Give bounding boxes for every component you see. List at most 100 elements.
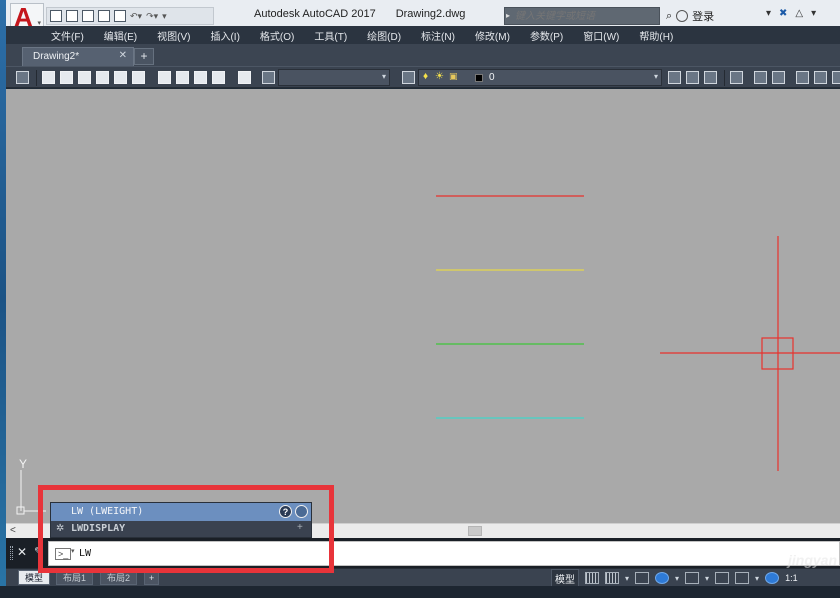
add-layout-button[interactable]: +	[144, 570, 160, 585]
menu-bar: 文件(F) 编辑(E) 视图(V) 插入(I) 格式(O) 工具(T) 绘图(D) 标注(N)…	[6, 26, 840, 44]
drawing-canvas[interactable]	[6, 89, 840, 523]
scroll-left-icon[interactable]: <	[10, 525, 16, 536]
a360-icon[interactable]: △	[795, 8, 803, 19]
document-title: Drawing2.dwg	[395, 8, 466, 20]
open-file-icon[interactable]	[66, 10, 78, 22]
view-right-icon[interactable]	[96, 71, 109, 84]
menu-item-7[interactable]: 标注(N)	[421, 28, 455, 43]
layer-properties-icon[interactable]	[402, 71, 415, 84]
status-bar: 模型 布局1 布局2 + 模型 ▾ ▾ ▾ ▾ 1:1	[6, 568, 840, 588]
snap-icon[interactable]	[605, 572, 619, 584]
app-title: Autodesk AutoCAD 2017	[254, 8, 376, 20]
annotation-scale[interactable]: 1:1	[785, 573, 798, 583]
tab-model[interactable]: 模型	[18, 570, 51, 585]
save-as-icon[interactable]	[98, 10, 110, 22]
camera-icon[interactable]	[238, 71, 251, 84]
window-title: Autodesk AutoCAD 2017 Drawing2.dwg	[254, 8, 465, 20]
view-front-icon[interactable]	[114, 71, 127, 84]
layer-dropdown[interactable]: ♦ ☀ ▣ 0 ▾	[418, 69, 662, 86]
view-left-icon[interactable]	[78, 71, 91, 84]
annotation-visibility-icon[interactable]	[765, 572, 780, 584]
menu-item-3[interactable]: 插入(I)	[210, 28, 239, 43]
menu-item-0[interactable]: 文件(F)	[51, 28, 84, 43]
view-se-iso-icon[interactable]	[176, 71, 189, 84]
signin-area[interactable]: ⌕ 登录	[666, 8, 714, 24]
polar-tracking-icon[interactable]	[655, 572, 670, 584]
close-icon[interactable]: ✕	[119, 50, 127, 61]
menu-item-5[interactable]: 工具(T)	[314, 28, 347, 43]
scrollbar-thumb[interactable]	[468, 526, 482, 536]
tab-layout1[interactable]: 布局1	[56, 570, 94, 585]
model-space-button[interactable]: 模型	[551, 568, 579, 588]
customize-qat-icon[interactable]: ▾	[162, 11, 167, 22]
autocomplete-item-lwdisplay[interactable]: ✲ LWDISPLAY +	[51, 521, 311, 538]
chevron-down-icon: ▾	[381, 72, 386, 81]
make-current-layer-icon[interactable]	[668, 71, 681, 84]
zoom-previous-icon[interactable]	[772, 71, 785, 84]
help-search-box[interactable]: ▸	[504, 7, 660, 25]
menu-item-11[interactable]: 帮助(H)	[639, 28, 673, 43]
view-back-icon[interactable]	[132, 71, 145, 84]
menu-item-10[interactable]: 窗口(W)	[583, 28, 619, 43]
tab-layout2[interactable]: 布局2	[100, 570, 138, 585]
named-views-icon[interactable]	[262, 71, 275, 84]
redo-icon[interactable]: ↷▾	[146, 11, 158, 22]
undo-icon[interactable]: ↶▾	[130, 11, 142, 22]
layer-states-icon[interactable]	[704, 71, 717, 84]
binoculars-icon[interactable]: ⌕	[666, 10, 672, 23]
expand-icon[interactable]: +	[297, 522, 303, 533]
isodraft-icon[interactable]	[685, 572, 700, 584]
help-icon[interactable]: ?	[279, 505, 292, 518]
chevron-down-icon[interactable]: ▾	[755, 574, 759, 583]
customize-icon[interactable]: ✎	[34, 545, 43, 558]
dimension-linear-icon[interactable]	[730, 71, 743, 84]
signin-label[interactable]: 登录	[692, 8, 714, 24]
zoom-all-icon[interactable]	[832, 71, 840, 84]
chevron-down-icon[interactable]: ▾	[675, 574, 679, 583]
layer-previous-icon[interactable]	[686, 71, 699, 84]
menu-item-2[interactable]: 视图(V)	[157, 28, 190, 43]
menu-item-1[interactable]: 编辑(E)	[104, 28, 137, 43]
recent-commands-icon[interactable]: ▾	[71, 547, 75, 555]
search-expand-icon[interactable]: ▸	[506, 11, 510, 20]
new-tab-button[interactable]: +	[134, 48, 154, 65]
lightbulb-icon: ♦	[423, 71, 429, 82]
workspace-icon[interactable]	[16, 71, 29, 84]
help-search-input[interactable]	[515, 9, 657, 23]
zoom-extents-icon[interactable]	[814, 71, 827, 84]
chevron-down-icon[interactable]: ▾	[705, 574, 709, 583]
menu-item-6[interactable]: 绘图(D)	[367, 28, 401, 43]
tab-drawing2[interactable]: Drawing2* ✕	[22, 47, 134, 66]
menu-item-8[interactable]: 修改(M)	[475, 28, 510, 43]
plot-icon[interactable]	[114, 10, 126, 22]
view-bottom-icon[interactable]	[60, 71, 73, 84]
drag-handle-icon[interactable]	[10, 546, 13, 560]
search-web-icon[interactable]	[295, 505, 308, 518]
zoom-realtime-icon[interactable]	[754, 71, 767, 84]
grid-icon[interactable]	[585, 572, 599, 584]
autocomplete-item-lweight[interactable]: LW (LWEIGHT) ?	[51, 503, 311, 521]
zoom-window-icon[interactable]	[796, 71, 809, 84]
chevron-down-icon[interactable]: ▾	[625, 574, 629, 583]
view-dropdown[interactable]: ▾	[278, 69, 390, 86]
status-tools: 模型 ▾ ▾ ▾ ▾ 1:1	[551, 568, 798, 588]
command-prompt-icon[interactable]: >_	[55, 548, 72, 560]
view-sw-iso-icon[interactable]	[158, 71, 171, 84]
help-dropdown-icon[interactable]: ▾	[811, 8, 816, 19]
object-snap-icon[interactable]	[715, 572, 730, 584]
ortho-icon[interactable]	[635, 572, 650, 584]
view-ne-iso-icon[interactable]	[194, 71, 207, 84]
close-icon[interactable]: ✕	[17, 545, 27, 559]
new-file-icon[interactable]	[50, 10, 62, 22]
view-top-icon[interactable]	[42, 71, 55, 84]
view-nw-iso-icon[interactable]	[212, 71, 225, 84]
taskbar-strip	[0, 586, 840, 598]
command-input-box[interactable]: >_ ▾	[48, 541, 840, 566]
menu-item-4[interactable]: 格式(O)	[260, 28, 294, 43]
object-snap-tracking-icon[interactable]	[735, 572, 750, 584]
exchange-icon[interactable]: ✖	[779, 8, 787, 19]
save-icon[interactable]	[82, 10, 94, 22]
dropdown-arrow-icon[interactable]: ▾	[766, 8, 771, 19]
command-input[interactable]	[79, 546, 379, 561]
menu-item-9[interactable]: 参数(P)	[530, 28, 563, 43]
